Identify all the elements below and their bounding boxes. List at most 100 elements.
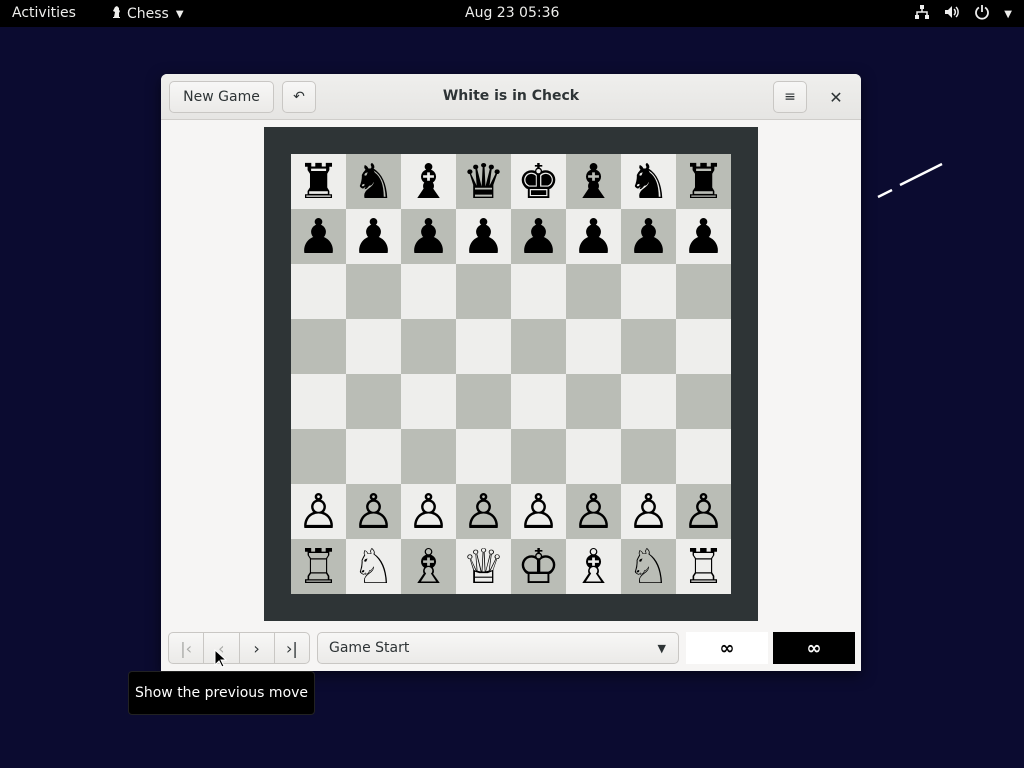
chess-board-frame: ♜ ♞ ♝ ♛ ♚ ♝ ♞ ♜ ♟ ♟ ♟ ♟ ♟ ♟ ♟ ♟ ♙ ♙ ♙ ♙ ♙ ♙ ♙ ♙ ♖ ♘ ♗ ♕ ♔ ♗ ♘ ♖ — [264, 127, 758, 621]
board-square[interactable]: ♗ — [401, 539, 456, 594]
chess-window: New Game ↶ White is in Check ≡ ✕ ♜ ♞ ♝ ♛ ♚ ♝ ♞… — [161, 74, 861, 671]
board-square[interactable] — [401, 264, 456, 319]
board-square[interactable]: ♟ — [621, 209, 676, 264]
board-square[interactable] — [401, 374, 456, 429]
move-history-combo[interactable]: Game Start ▼ — [317, 632, 679, 664]
board-square[interactable] — [456, 429, 511, 484]
board-square[interactable] — [401, 319, 456, 374]
board-square[interactable]: ♘ — [621, 539, 676, 594]
board-square[interactable] — [291, 319, 346, 374]
window-title: White is in Check — [442, 88, 580, 104]
board-square[interactable] — [511, 374, 566, 429]
board-square[interactable] — [676, 264, 731, 319]
board-square[interactable] — [621, 374, 676, 429]
board-square[interactable]: ♟ — [566, 209, 621, 264]
board-square[interactable]: ♟ — [346, 209, 401, 264]
board-square[interactable]: ♟ — [676, 209, 731, 264]
hamburger-icon: ≡ — [784, 89, 796, 105]
board-square[interactable]: ♗ — [566, 539, 621, 594]
board-square[interactable]: ♞ — [346, 154, 401, 209]
volume-icon — [944, 4, 960, 24]
board-square[interactable] — [566, 429, 621, 484]
board-square[interactable]: ♖ — [291, 539, 346, 594]
activities-button[interactable]: Activities — [12, 5, 76, 21]
app-menu-label: Chess — [127, 6, 169, 22]
board-square[interactable] — [401, 429, 456, 484]
clock[interactable]: Aug 23 05:36 — [465, 5, 559, 21]
board-square[interactable] — [291, 429, 346, 484]
chess-app-icon — [110, 5, 122, 23]
power-icon — [974, 4, 990, 24]
board-square[interactable] — [346, 374, 401, 429]
board-square[interactable]: ♟ — [456, 209, 511, 264]
mouse-cursor-icon — [214, 648, 228, 673]
system-tray[interactable]: ▼ — [914, 4, 1012, 24]
app-menu[interactable]: Chess ▼ — [110, 5, 184, 23]
close-icon: ✕ — [829, 87, 843, 107]
board-square[interactable] — [346, 429, 401, 484]
board-square[interactable] — [511, 319, 566, 374]
board-square[interactable]: ♜ — [676, 154, 731, 209]
board-square[interactable]: ♙ — [401, 484, 456, 539]
last-move-button[interactable]: ›| — [275, 633, 309, 663]
board-square[interactable]: ♙ — [621, 484, 676, 539]
white-clock: ∞ — [686, 632, 768, 664]
board-square[interactable]: ♝ — [401, 154, 456, 209]
board-square[interactable]: ♖ — [676, 539, 731, 594]
board-square[interactable]: ♛ — [456, 154, 511, 209]
next-move-button[interactable]: › — [240, 633, 275, 663]
board-square[interactable]: ♚ — [511, 154, 566, 209]
board-square[interactable]: ♙ — [291, 484, 346, 539]
chevron-down-icon: ▼ — [657, 642, 666, 655]
chess-board[interactable]: ♜ ♞ ♝ ♛ ♚ ♝ ♞ ♜ ♟ ♟ ♟ ♟ ♟ ♟ ♟ ♟ ♙ ♙ ♙ ♙ ♙ ♙ ♙ ♙ ♖ ♘ ♗ ♕ ♔ ♗ ♘ ♖ — [291, 154, 731, 594]
board-square[interactable]: ♙ — [346, 484, 401, 539]
first-move-button[interactable]: |‹ — [169, 633, 205, 663]
skip-forward-icon: ›| — [285, 638, 298, 658]
skip-back-icon: |‹ — [180, 638, 193, 658]
board-square[interactable] — [346, 319, 401, 374]
board-square[interactable] — [456, 374, 511, 429]
board-square[interactable] — [456, 319, 511, 374]
board-square[interactable] — [456, 264, 511, 319]
board-square[interactable]: ♘ — [346, 539, 401, 594]
board-square[interactable]: ♕ — [456, 539, 511, 594]
board-square[interactable]: ♟ — [511, 209, 566, 264]
history-selected-value: Game Start — [329, 640, 410, 656]
board-square[interactable]: ♙ — [511, 484, 566, 539]
board-square[interactable] — [291, 374, 346, 429]
board-square[interactable]: ♝ — [566, 154, 621, 209]
board-square[interactable]: ♞ — [621, 154, 676, 209]
board-square[interactable] — [676, 374, 731, 429]
wallpaper-decoration — [875, 160, 945, 204]
board-square[interactable] — [346, 264, 401, 319]
board-square[interactable] — [676, 429, 731, 484]
move-navigation: |‹ ‹ › ›| — [168, 632, 310, 664]
header-bar: New Game ↶ White is in Check ≡ ✕ — [161, 74, 861, 120]
board-square[interactable] — [566, 319, 621, 374]
network-icon — [914, 4, 930, 24]
board-square[interactable]: ♜ — [291, 154, 346, 209]
top-bar: Activities Chess ▼ Aug 23 05:36 ▼ — [0, 0, 1024, 27]
tooltip: Show the previous move — [128, 671, 315, 715]
board-square[interactable] — [621, 264, 676, 319]
chevron-down-icon: ▼ — [1004, 8, 1012, 20]
board-square[interactable] — [621, 319, 676, 374]
board-square[interactable] — [621, 429, 676, 484]
board-square[interactable]: ♟ — [401, 209, 456, 264]
board-square[interactable]: ♙ — [676, 484, 731, 539]
board-square[interactable] — [511, 264, 566, 319]
chevron-down-icon: ▼ — [175, 8, 184, 20]
board-square[interactable] — [676, 319, 731, 374]
black-clock: ∞ — [773, 632, 855, 664]
board-square[interactable] — [291, 264, 346, 319]
board-square[interactable]: ♔ — [511, 539, 566, 594]
menu-button[interactable]: ≡ — [773, 81, 807, 113]
chevron-right-icon: › — [253, 638, 260, 658]
board-square[interactable]: ♙ — [456, 484, 511, 539]
board-square[interactable] — [511, 429, 566, 484]
board-square[interactable]: ♟ — [291, 209, 346, 264]
board-square[interactable]: ♙ — [566, 484, 621, 539]
board-square[interactable] — [566, 264, 621, 319]
board-square[interactable] — [566, 374, 621, 429]
close-button[interactable]: ✕ — [819, 81, 853, 113]
